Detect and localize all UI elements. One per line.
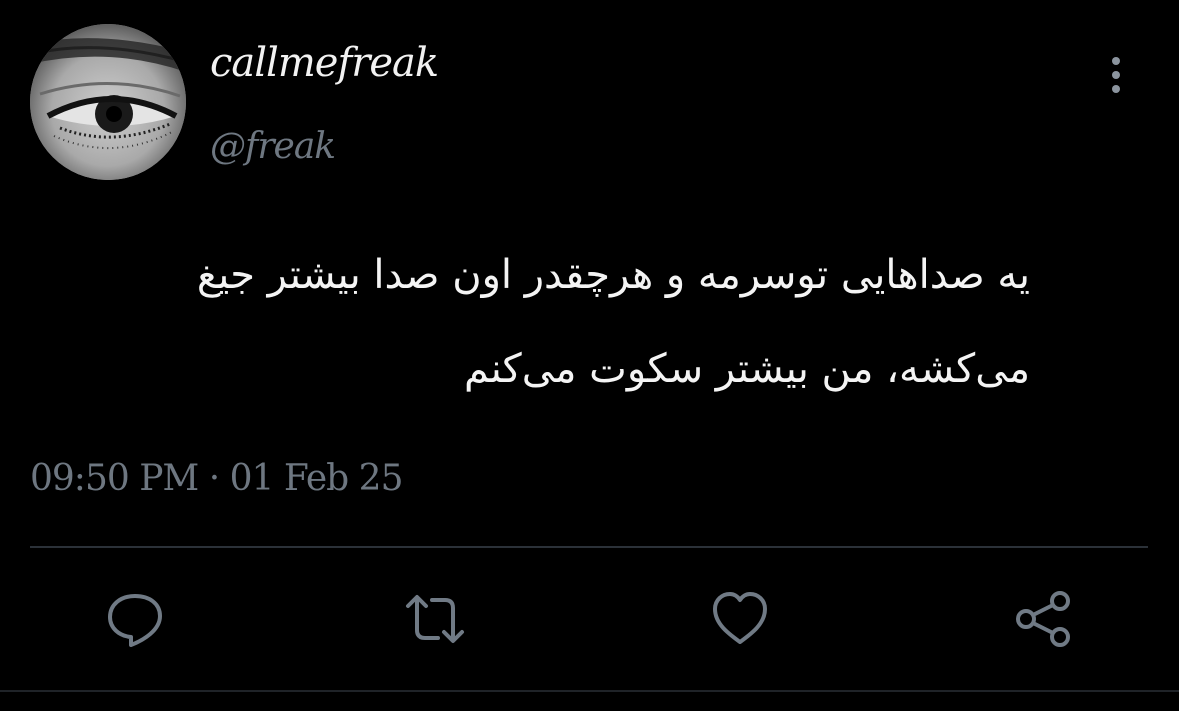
avatar[interactable] [30, 24, 186, 180]
like-button[interactable] [709, 588, 771, 650]
tweet-text: یه صداهایی توسرمه و هرچقدر اون صدا بیشتر… [30, 228, 1030, 416]
divider [30, 546, 1148, 548]
user-handle[interactable]: @freak [210, 126, 336, 167]
reply-button[interactable] [104, 588, 166, 650]
tweet-text-line-1: یه صداهایی توسرمه و هرچقدر اون صدا بیشتر… [196, 252, 1030, 298]
display-name[interactable]: callmefreak [210, 40, 439, 86]
eye-photo-icon [30, 24, 186, 180]
tweet-timestamp[interactable]: 09:50 PM · 01 Feb 25 [30, 458, 403, 499]
retweet-icon [406, 595, 464, 643]
reply-icon [108, 594, 162, 647]
share-icon [1016, 591, 1070, 647]
bottom-divider [0, 690, 1179, 692]
more-vertical-icon [1112, 57, 1120, 93]
retweet-button[interactable] [404, 588, 466, 650]
tweet-text-line-2: می‌کشه، من بیشتر سکوت می‌کنم [463, 346, 1030, 392]
heart-icon [713, 592, 767, 644]
more-options-button[interactable] [1096, 52, 1136, 100]
tweet-card: callmefreak @freak یه صداهایی توسرمه و ه… [0, 0, 1179, 711]
share-button[interactable] [1012, 588, 1074, 650]
